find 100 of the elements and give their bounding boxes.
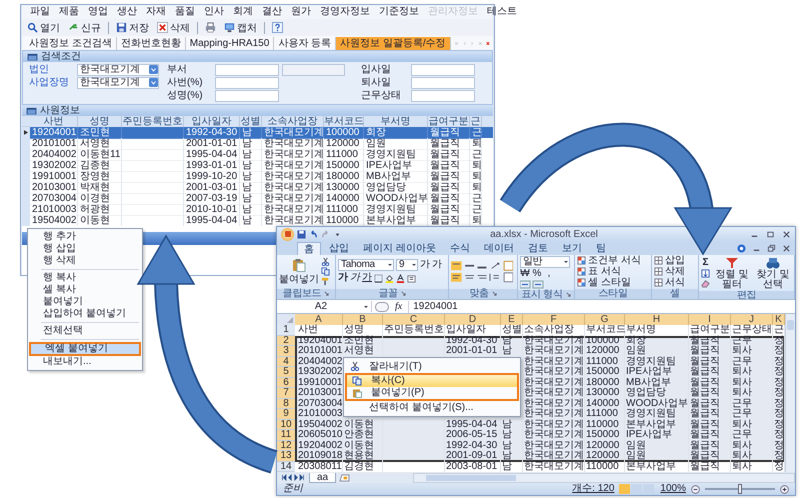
- menu-item[interactable]: 영업: [88, 6, 108, 18]
- sheet-navigation-drawing[interactable]: [280, 474, 306, 482]
- zoom-in-icon[interactable]: [780, 484, 789, 494]
- save-icon[interactable]: [297, 230, 306, 239]
- column-header[interactable]: D: [445, 314, 501, 326]
- insert-function-button[interactable]: fx: [392, 301, 406, 312]
- expand-icon[interactable]: [324, 291, 330, 296]
- new-sheet-icon[interactable]: [339, 474, 350, 482]
- row-header[interactable]: 12: [277, 440, 295, 452]
- fill-color-icon[interactable]: [385, 274, 394, 283]
- font-style-button[interactable]: 가: [362, 272, 372, 284]
- menu-item[interactable]: 삽입하여 붙여넣기: [29, 308, 141, 320]
- menu-item[interactable]: 경영자정보: [320, 6, 370, 18]
- alignment-buttons-drawing[interactable]: [451, 260, 513, 284]
- border-icon[interactable]: [374, 274, 383, 283]
- menu-item[interactable]: 인사: [204, 6, 224, 18]
- toolbar-button[interactable]: 삭제: [155, 20, 192, 34]
- expand-icon[interactable]: [566, 292, 571, 298]
- row-header[interactable]: 5: [277, 367, 295, 378]
- column-header[interactable]: A: [295, 314, 343, 326]
- font-size-field[interactable]: 9: [396, 259, 418, 272]
- name-box[interactable]: A2: [277, 301, 372, 312]
- help-icon[interactable]: [737, 244, 746, 253]
- horizontal-scrollbar[interactable]: [413, 472, 795, 483]
- row-header[interactable]: 11: [277, 430, 295, 441]
- close-icon[interactable]: [782, 244, 791, 253]
- formula-field[interactable]: 19204001: [408, 300, 793, 313]
- menu-item[interactable]: 내보내기...: [29, 356, 141, 368]
- ribbon-tab[interactable]: 보기: [556, 242, 588, 255]
- toolbar-button[interactable]: 열기: [25, 20, 62, 34]
- ribbon-tab[interactable]: 홈: [297, 242, 321, 255]
- column-header[interactable]: H: [625, 314, 689, 326]
- undo-icon[interactable]: [309, 230, 318, 239]
- row-header[interactable]: 4: [277, 356, 295, 368]
- scissors-icon[interactable]: [321, 257, 330, 266]
- restore-icon[interactable]: [767, 244, 776, 253]
- menu-item[interactable]: 기준정보: [379, 6, 419, 18]
- row-header[interactable]: 7: [277, 388, 295, 399]
- font-size-button[interactable]: 가: [420, 260, 430, 270]
- column-header[interactable]: B: [343, 314, 383, 326]
- row-header[interactable]: 2: [277, 336, 295, 346]
- font-color-icon[interactable]: [396, 274, 405, 283]
- fill-icon[interactable]: [701, 268, 710, 278]
- dropdown-field[interactable]: 한국대모기계: [77, 64, 159, 76]
- phonetic-icon[interactable]: [407, 274, 416, 283]
- office-button[interactable]: [281, 228, 294, 241]
- expand-icon[interactable]: [400, 291, 406, 296]
- menu-item[interactable]: 잘라내기(T): [345, 360, 519, 373]
- ribbon-tab[interactable]: 검토: [522, 242, 554, 255]
- dropdown-field[interactable]: 한국대모기계: [77, 76, 159, 88]
- toolbar-button[interactable]: [270, 20, 285, 34]
- menu-item[interactable]: 전체선택: [29, 325, 141, 337]
- number-format-field[interactable]: 일반: [520, 256, 570, 268]
- decimal-buttons-drawing[interactable]: [520, 280, 544, 289]
- column-header[interactable]: K: [773, 314, 785, 326]
- number-format-button[interactable]: %: [532, 268, 542, 279]
- input-field[interactable]: [215, 76, 279, 88]
- ribbon-button[interactable]: 조건부 서식: [577, 256, 641, 266]
- menu-item[interactable]: 테스트: [487, 6, 517, 18]
- menu-item[interactable]: 자재: [146, 6, 166, 18]
- row-header[interactable]: 9: [277, 409, 295, 420]
- menu-item[interactable]: 품질: [175, 6, 195, 18]
- menu-item[interactable]: 복사(C): [345, 372, 519, 387]
- maximize-icon[interactable]: [766, 230, 775, 239]
- expand-icon[interactable]: [492, 291, 497, 296]
- input-field[interactable]: [215, 90, 279, 102]
- brush-icon[interactable]: [321, 277, 330, 286]
- font-style-button[interactable]: 가: [338, 273, 348, 284]
- ribbon-button[interactable]: 삽입: [654, 256, 685, 266]
- number-format-button[interactable]: ₩: [520, 268, 530, 279]
- menu-item[interactable]: 원가: [291, 6, 311, 18]
- input-field[interactable]: [411, 64, 475, 76]
- menu-item[interactable]: 파일: [30, 6, 50, 18]
- row-header[interactable]: 6: [277, 378, 295, 388]
- ribbon-button[interactable]: 찾기 및 선택: [754, 256, 792, 290]
- row-header[interactable]: 8: [277, 398, 295, 410]
- row-header[interactable]: 14: [277, 462, 295, 472]
- input-field[interactable]: [215, 64, 278, 76]
- input-field[interactable]: [411, 76, 475, 88]
- formula-cancel-icon[interactable]: [375, 302, 389, 312]
- menu-item[interactable]: 붙여넣기: [29, 296, 141, 308]
- menu-item[interactable]: 제품: [59, 6, 79, 18]
- font-style-button[interactable]: 가: [350, 272, 360, 284]
- sheet-tab[interactable]: aa: [309, 472, 336, 483]
- menu-item[interactable]: 엑셀 붙여넣기: [29, 342, 141, 356]
- ribbon-button[interactable]: 정렬 및 필터: [713, 256, 751, 290]
- copy-icon[interactable]: [321, 267, 330, 276]
- row-header[interactable]: 3: [277, 346, 295, 357]
- toolbar-button[interactable]: 신규: [66, 20, 103, 34]
- sum-button[interactable]: Σ: [702, 258, 708, 268]
- paste-button[interactable]: 붙여넣기: [279, 258, 319, 286]
- menu-item[interactable]: 선택하여 붙여넣기(S)...: [345, 400, 519, 414]
- zoom-out-icon[interactable]: [691, 484, 700, 494]
- column-header[interactable]: I: [689, 314, 731, 326]
- row-header[interactable]: [22, 127, 30, 139]
- ribbon-tab[interactable]: 삽입: [323, 242, 355, 255]
- table-row[interactable]: 19204001 조민현 1992-04-30 남 한국대모기계 100000 회장 월급직 근: [22, 127, 493, 138]
- row-header[interactable]: 10: [277, 420, 295, 430]
- number-format-button[interactable]: ,: [544, 268, 554, 279]
- menu-item[interactable]: 셀 복사: [29, 284, 141, 296]
